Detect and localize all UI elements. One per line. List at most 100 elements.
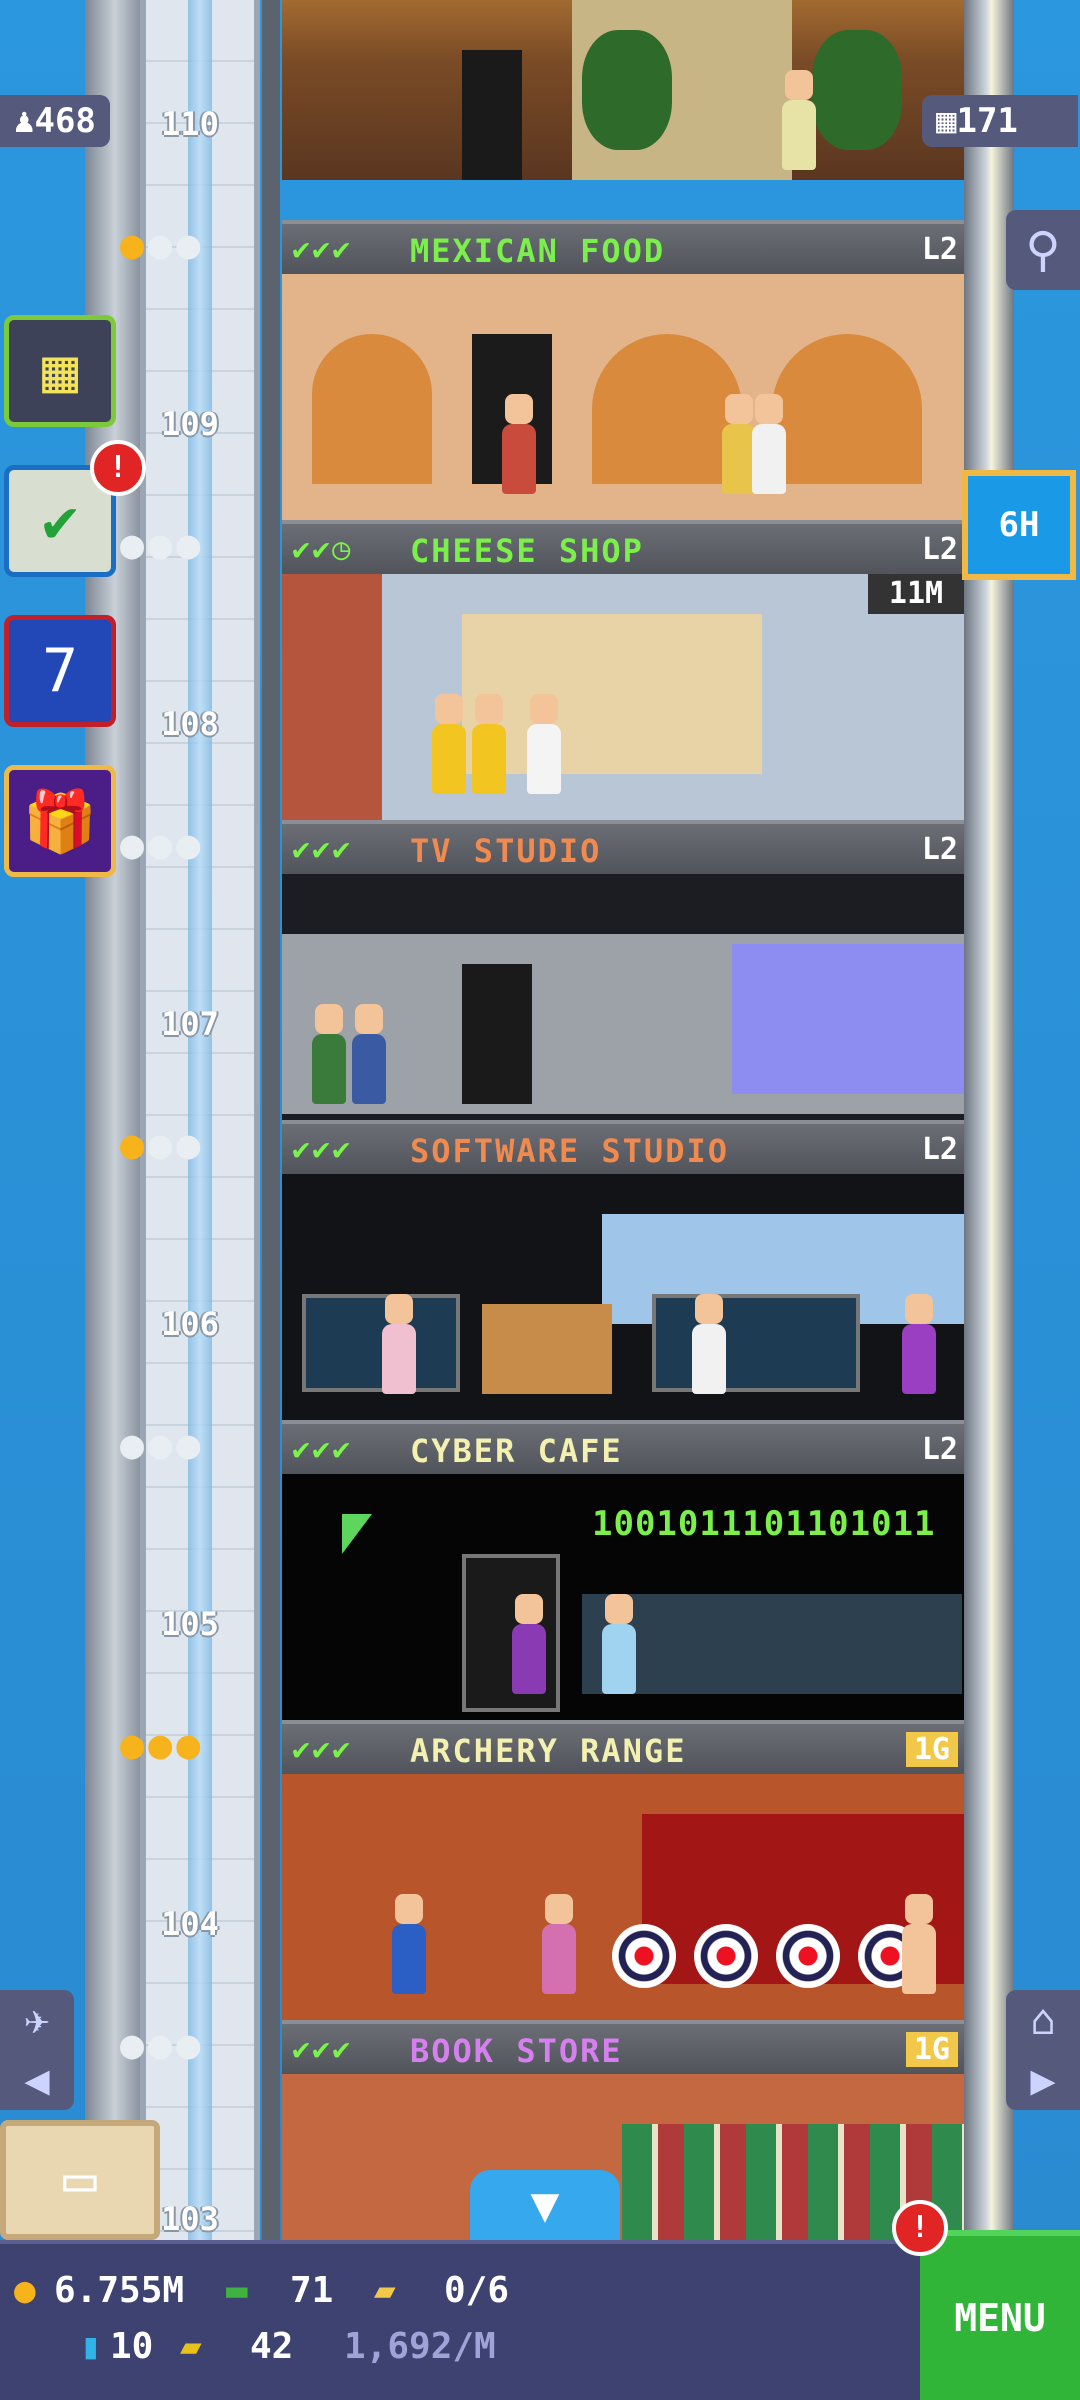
floor-scene <box>282 2074 964 2240</box>
bitizen[interactable] <box>472 694 506 794</box>
bitizen[interactable] <box>602 1594 636 1694</box>
chevron-down-icon: ▼ <box>530 2177 560 2233</box>
menu-button[interactable]: MENU <box>920 2230 1080 2400</box>
box-icon: ▭ <box>63 2147 97 2212</box>
plant <box>582 30 672 150</box>
star-icon: ● <box>176 822 205 868</box>
floor-109-body[interactable]: ✔✔✔ MEXICAN FOOD L2 <box>282 220 964 520</box>
floor-number: 103 <box>161 2200 219 2238</box>
star-rating: ●●● <box>120 822 204 868</box>
floor-name: CHEESE SHOP <box>410 532 644 570</box>
timer-button[interactable]: 6H <box>962 470 1076 580</box>
star-icon: ● <box>120 222 149 268</box>
calendar-icon: 7 <box>41 636 79 706</box>
floor-number: 105 <box>161 1605 219 1643</box>
floor-number: 106 <box>161 1305 219 1343</box>
star-icon: ● <box>176 522 205 568</box>
floors-counter[interactable]: ▦171 <box>922 95 1078 147</box>
desk-monitor <box>652 1294 860 1392</box>
star-icon: ● <box>148 522 177 568</box>
floor-number: 109 <box>161 405 219 443</box>
star-rating: ●●● <box>120 1122 204 1168</box>
star-icon: ● <box>148 1422 177 1468</box>
floor-level: L2 <box>921 832 958 867</box>
floor-banner[interactable]: ✔✔✔ BOOK STORE 1G <box>282 2020 964 2074</box>
floor-name: CYBER CAFE <box>410 1432 623 1470</box>
target-icon <box>694 1924 758 1988</box>
floor-banner[interactable]: ✔✔✔ MEXICAN FOOD L2 <box>282 220 964 274</box>
bitizen[interactable] <box>902 1894 936 1994</box>
bitizen[interactable] <box>527 694 561 794</box>
floor-104[interactable]: ✔✔✔ ARCHERY RANGE 1G <box>282 1720 964 2020</box>
inventory-box-button[interactable]: ▭ <box>0 2120 160 2240</box>
star-icon: ● <box>148 822 177 868</box>
elevator-down-button[interactable]: ▼ <box>470 2170 620 2240</box>
building-icon: ▦ <box>936 101 957 141</box>
bitizen[interactable] <box>722 394 756 494</box>
search-button[interactable]: ⚲ <box>1006 210 1080 290</box>
calendar-button[interactable]: 7 <box>4 615 116 727</box>
floor-number: 110 <box>161 105 219 143</box>
floor-name: ARCHERY RANGE <box>410 1732 687 1770</box>
population-counter[interactable]: ♟468 <box>0 95 110 147</box>
ticket-icon: ▰ <box>374 2270 396 2311</box>
bitizen[interactable] <box>692 1294 726 1394</box>
go-to-top-button[interactable]: ✈ ◀ <box>0 1990 74 2110</box>
checkmarks: ✔✔✔ <box>292 1132 353 1167</box>
star-icon: ● <box>120 822 149 868</box>
gift-button[interactable]: 🎁 <box>4 765 116 877</box>
bitizen[interactable] <box>902 1294 936 1394</box>
floor-banner[interactable]: ✔✔✔ TV STUDIO L2 <box>282 820 964 874</box>
floor-108[interactable]: ✔✔◷ CHEESE SHOP L2 11M <box>282 520 964 820</box>
star-icon: ● <box>148 2022 177 2068</box>
checklist-icon: ✔ <box>41 486 79 556</box>
desk-monitor <box>302 1294 460 1392</box>
bitizen[interactable] <box>752 394 786 494</box>
floor-level: L2 <box>921 532 958 567</box>
brick-wall <box>282 574 382 820</box>
floor-number: 108 <box>161 705 219 743</box>
bitizen[interactable] <box>542 1894 576 1994</box>
blue-items-value: 10 <box>110 2326 154 2367</box>
star-icon: ● <box>120 1722 149 1768</box>
shaft-rail <box>262 0 280 2240</box>
floor-107[interactable]: ✔✔✔ TV STUDIO L2 <box>282 820 964 1120</box>
income-value: 1,692/M <box>344 2326 496 2367</box>
menu-alert-badge: ! <box>892 2200 948 2256</box>
floor-105[interactable]: ✔✔✔ CYBER CAFE L2 1001011101101011 <box>282 1420 964 1720</box>
floor-banner[interactable]: ✔✔◷ CHEESE SHOP L2 <box>282 520 964 574</box>
star-rating: ●●● <box>120 222 204 268</box>
star-icon: ● <box>120 522 149 568</box>
golden-ticket-icon: ▰ <box>180 2326 202 2367</box>
bitizen[interactable] <box>352 1004 386 1104</box>
bitizen[interactable] <box>782 70 816 170</box>
target-icon <box>612 1924 676 1988</box>
bitizen[interactable] <box>392 1894 426 1994</box>
bitizen[interactable] <box>512 1594 546 1694</box>
floor-103[interactable]: ✔✔✔ BOOK STORE 1G <box>282 2020 964 2240</box>
floor-scene <box>282 1774 964 2020</box>
elevator-cable <box>188 0 212 2240</box>
floor-banner[interactable]: ✔✔✔ ARCHERY RANGE 1G <box>282 1720 964 1774</box>
floor-banner[interactable]: ✔✔✔ SOFTWARE STUDIO L2 <box>282 1120 964 1174</box>
floor-level: L2 <box>921 232 958 267</box>
bitizen[interactable] <box>432 694 466 794</box>
bux-value: 71 <box>290 2270 334 2311</box>
bitizen[interactable] <box>312 1004 346 1104</box>
population-value: 468 <box>34 101 96 141</box>
star-icon: ● <box>148 222 177 268</box>
bitizen[interactable] <box>502 394 536 494</box>
floor-name: SOFTWARE STUDIO <box>410 1132 729 1170</box>
floor-banner[interactable]: ✔✔✔ CYBER CAFE L2 <box>282 1420 964 1474</box>
floor-scene <box>282 874 964 1120</box>
floors-value: 171 <box>956 101 1018 141</box>
floor-level: L2 <box>921 1132 958 1167</box>
cheese-shelf <box>462 614 762 774</box>
build-floor-button[interactable]: ▦ <box>4 315 116 427</box>
go-to-lobby-button[interactable]: ⌂ ▶ <box>1006 1990 1080 2110</box>
star-rating: ●●● <box>120 2022 204 2068</box>
floor-106[interactable]: ✔✔✔ SOFTWARE STUDIO L2 <box>282 1120 964 1420</box>
bitizen[interactable] <box>382 1294 416 1394</box>
person-icon: ♟ <box>14 101 35 141</box>
star-rating: ●●● <box>120 1422 204 1468</box>
